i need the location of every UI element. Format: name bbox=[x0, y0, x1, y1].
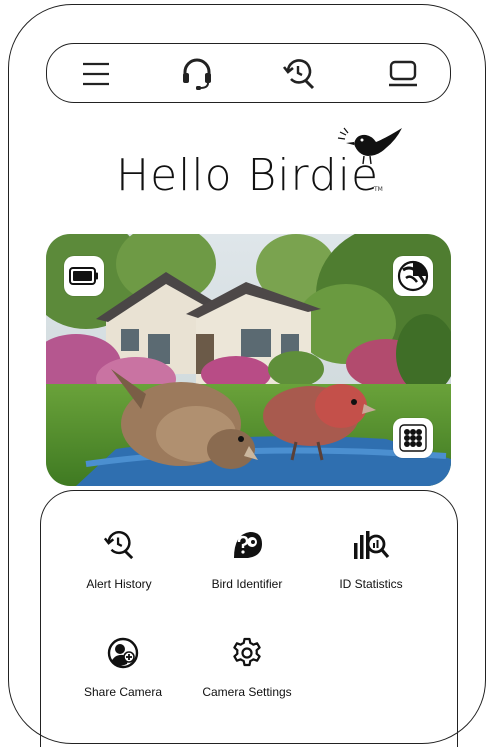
top-nav-bar bbox=[46, 43, 451, 103]
grid-menu-button[interactable] bbox=[393, 418, 433, 458]
headset-icon bbox=[183, 58, 211, 90]
app-logo: Hello Birdie TM bbox=[112, 126, 412, 206]
menu-item-label: Alert History bbox=[86, 577, 152, 591]
history-search-icon bbox=[282, 59, 315, 90]
laptop-icon bbox=[389, 60, 417, 87]
menu-item-label: ID Statistics bbox=[339, 577, 403, 591]
camera-feed[interactable] bbox=[46, 234, 451, 486]
menu-item-bird-identifier[interactable]: Bird Identifier bbox=[182, 527, 312, 591]
add-user-icon bbox=[107, 637, 139, 669]
gear-icon bbox=[233, 637, 261, 667]
day-night-button[interactable] bbox=[393, 256, 433, 296]
menu-button[interactable] bbox=[77, 56, 115, 92]
support-button[interactable] bbox=[178, 56, 216, 92]
menu-item-share-camera[interactable]: Share Camera bbox=[58, 635, 188, 699]
grid-menu-icon bbox=[399, 424, 427, 452]
menu-item-alert-history[interactable]: Alert History bbox=[54, 527, 184, 591]
feature-menu: Alert History Bird Identifier ID Statist… bbox=[40, 490, 458, 747]
history-button[interactable] bbox=[280, 56, 318, 92]
history-search-icon bbox=[103, 531, 134, 560]
hamburger-menu-icon bbox=[83, 62, 109, 86]
battery-full-icon bbox=[69, 267, 98, 285]
menu-item-label: Bird Identifier bbox=[211, 577, 283, 591]
camera-image bbox=[46, 234, 451, 486]
bird-question-icon bbox=[234, 532, 262, 558]
menu-item-id-statistics[interactable]: ID Statistics bbox=[306, 527, 436, 591]
bird-logo-icon bbox=[337, 127, 402, 165]
trademark-mark: TM bbox=[374, 186, 383, 193]
day-night-icon bbox=[397, 260, 429, 292]
menu-item-label: Camera Settings bbox=[202, 685, 292, 699]
device-button[interactable] bbox=[384, 56, 422, 92]
bar-chart-search-icon bbox=[354, 531, 390, 559]
battery-status bbox=[64, 256, 104, 296]
menu-item-camera-settings[interactable]: Camera Settings bbox=[182, 635, 312, 699]
menu-item-label: Share Camera bbox=[83, 685, 163, 699]
